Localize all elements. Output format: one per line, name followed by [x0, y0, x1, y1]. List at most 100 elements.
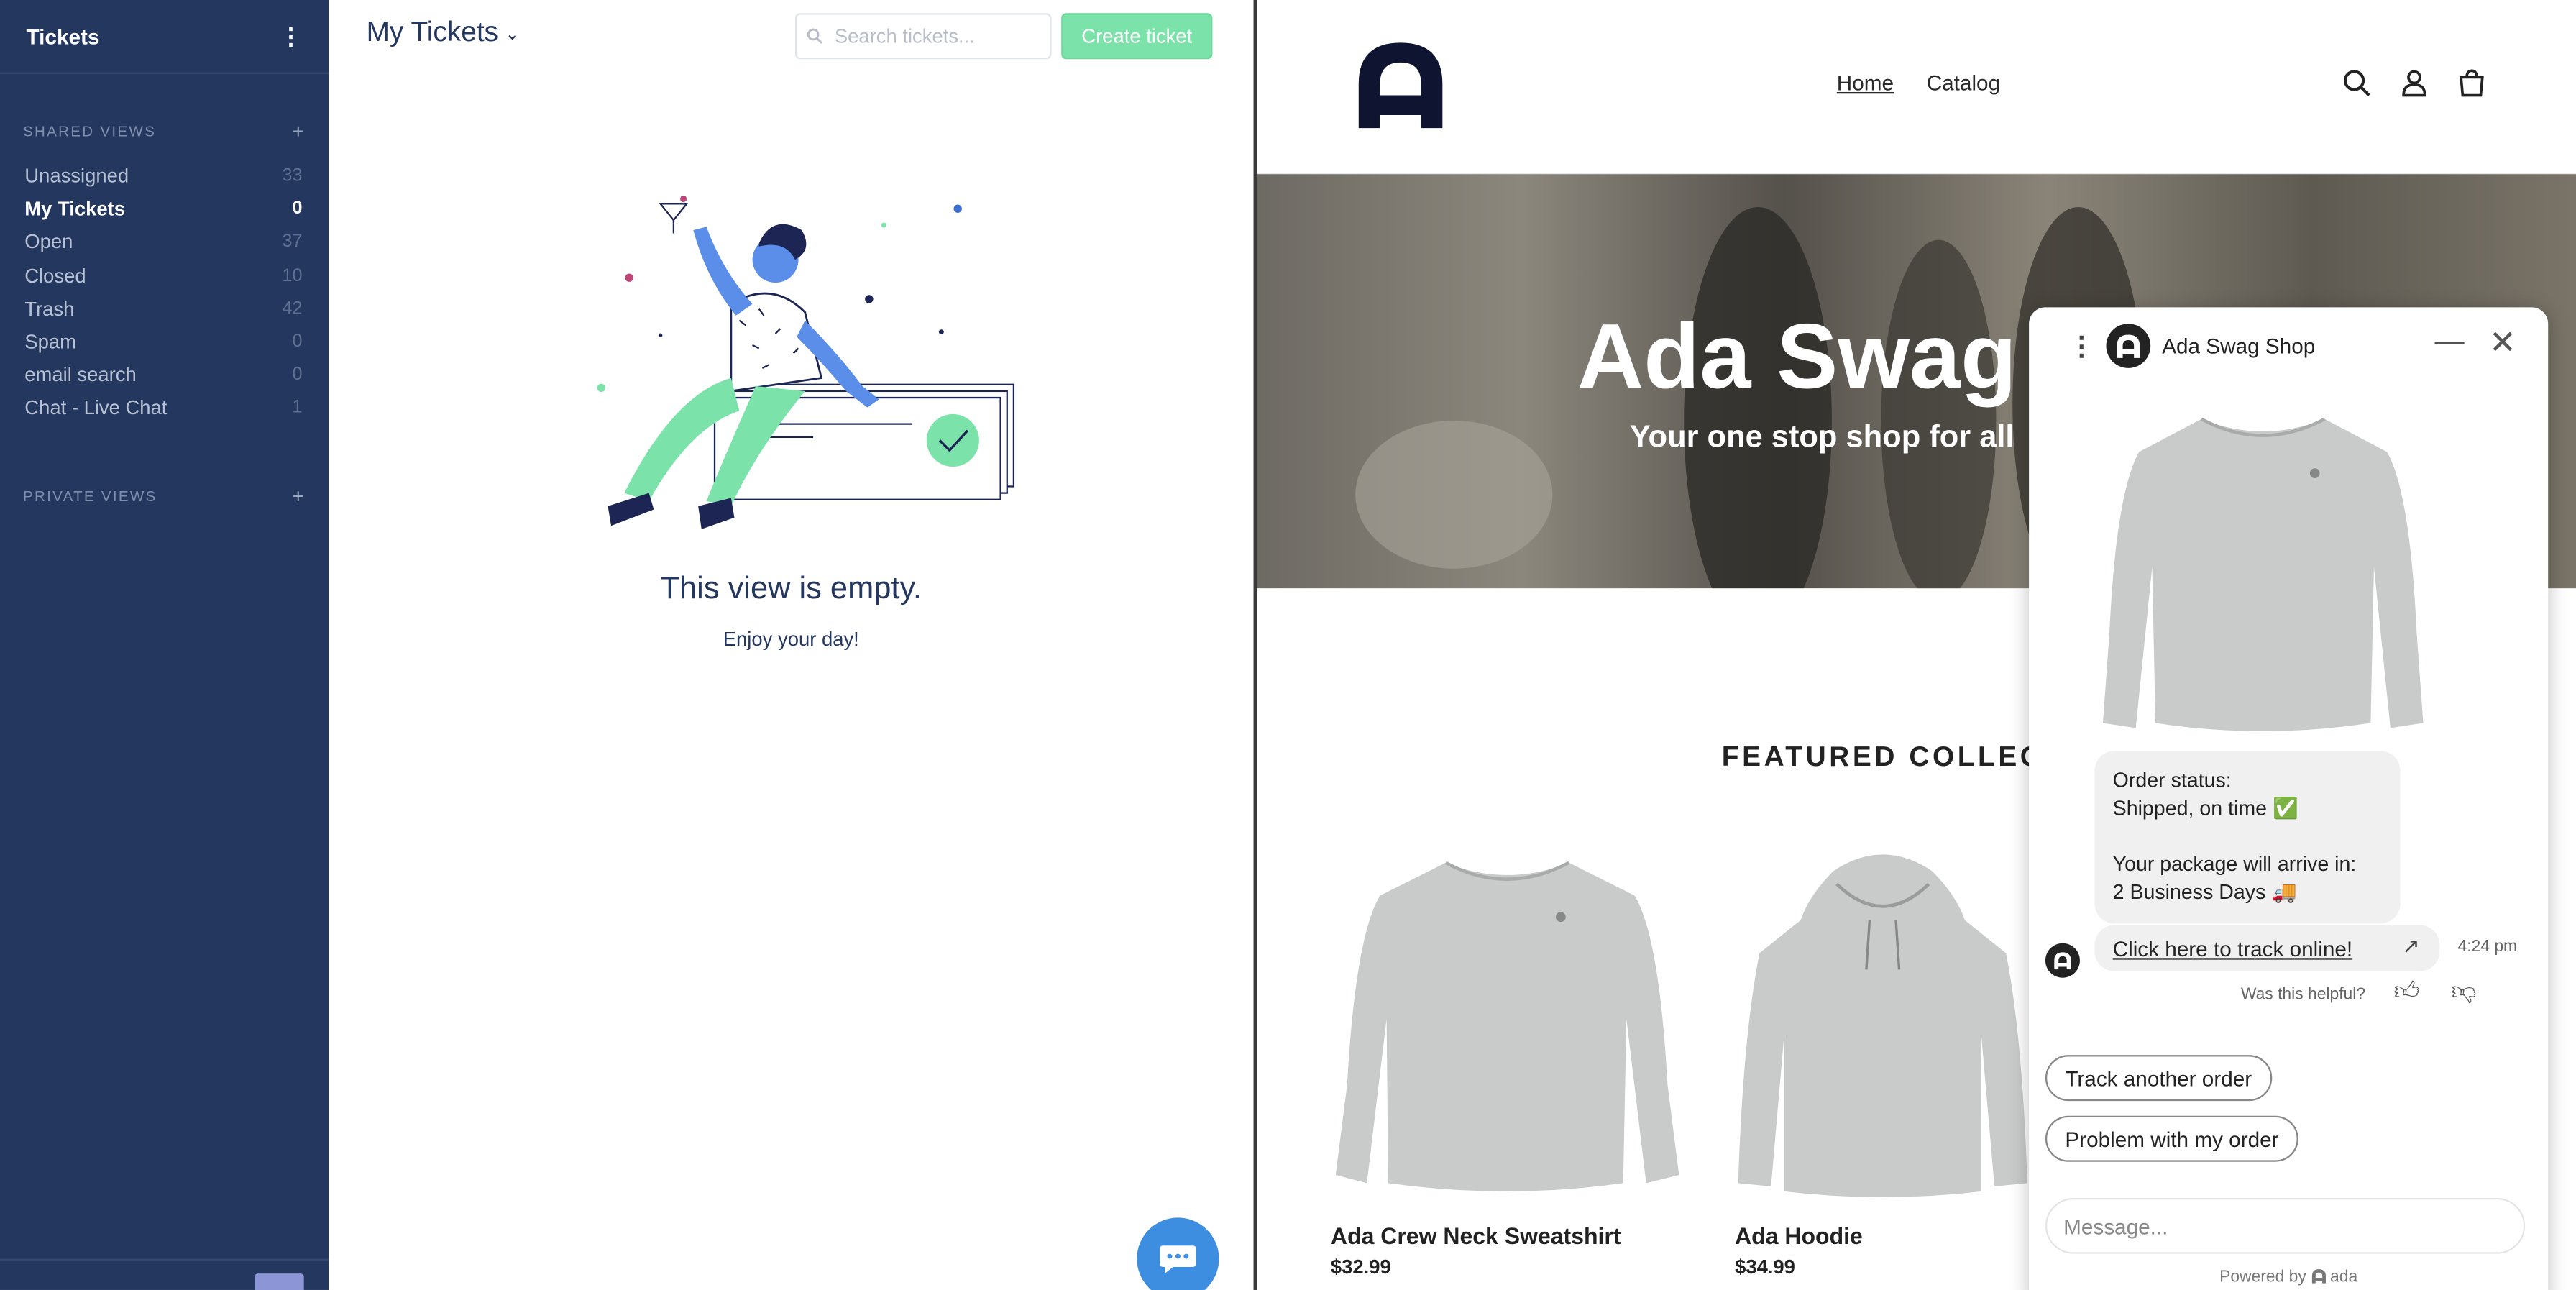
sidebar-item-label: Trash [24, 297, 75, 321]
sidebar-item-count: 10 [282, 265, 303, 285]
hoodie-image[interactable] [1735, 838, 2030, 1200]
featured-collection-title: FEATURED COLLEC [1721, 741, 2044, 773]
sidebar-item-trash[interactable]: Trash 42 [0, 292, 329, 325]
quick-reply-problem-with-order[interactable]: Problem with my order [2045, 1115, 2298, 1162]
chat-widget: ⋮ Ada Swag Shop — ✕ Order status: Shippe… [2029, 307, 2549, 1290]
message-line: 2 Business Days 🚚 [2112, 880, 2297, 904]
order-status-message: Order status: Shipped, on time ✅ Your pa… [2094, 751, 2401, 924]
sidebar-item-label: Open [24, 231, 73, 255]
sidebar-item-label: Unassigned [24, 164, 129, 188]
track-online-link[interactable]: Click here to track online! [2113, 936, 2353, 960]
create-ticket-button[interactable]: Create ticket [1061, 13, 1213, 60]
sidebar-title: Tickets [26, 24, 100, 49]
product-name[interactable]: Ada Hoodie [1735, 1222, 2030, 1249]
external-link-icon[interactable]: ↗ [2402, 933, 2420, 960]
store-header: Home Catalog [1257, 0, 2576, 175]
message-timestamp: 4:24 pm [2457, 938, 2518, 957]
search-box[interactable] [794, 13, 1052, 60]
helpful-prompt: Was this helpful? [2240, 986, 2366, 1005]
sidebar-item-closed[interactable]: Closed 10 [0, 259, 329, 292]
empty-state-title: This view is empty. [660, 572, 922, 607]
sidebar-item-label: My Tickets [24, 197, 126, 221]
sidebar-item-label: Chat - Live Chat [24, 396, 168, 420]
tickets-main: My Tickets ⌄ Create ticket [329, 0, 1254, 1290]
powered-by-footer: Powered by ada [2029, 1268, 2548, 1286]
sidebar-item-count: 33 [282, 166, 303, 186]
chat-launcher-button[interactable] [1137, 1217, 1219, 1290]
sidebar-item-label: Spam [24, 330, 76, 354]
sweatshirt-image[interactable] [1331, 838, 1684, 1200]
chat-bubble-icon [1160, 1245, 1196, 1274]
ada-logo-icon [2311, 1269, 2325, 1284]
hero-subtitle: Your one stop shop for all [1629, 421, 2014, 456]
message-line: Your package will arrive in: [2112, 853, 2357, 877]
ticket-sidebar: Tickets ⋮ SHARED VIEWS + Unassigned 33 M… [0, 0, 329, 1290]
sidebar-item-my-tickets[interactable]: My Tickets 0 [0, 193, 329, 226]
sidebar-menu-icon[interactable]: ⋮ [279, 22, 302, 50]
thumbs-down-icon[interactable]: 👎︎ [2451, 978, 2476, 1007]
close-icon[interactable]: ✕ [2489, 322, 2516, 363]
empty-state-subtitle: Enjoy your day! [723, 627, 859, 651]
sidebar-item-count: 1 [292, 398, 303, 418]
sidebar-item-count: 0 [292, 199, 303, 219]
ada-logo-icon [2054, 952, 2071, 970]
sidebar-divider [0, 1258, 329, 1261]
sidebar-header: Tickets ⋮ [0, 0, 329, 74]
nav-catalog-link[interactable]: Catalog [1927, 70, 2000, 95]
shared-views-label: SHARED VIEWS [22, 123, 157, 140]
minimize-icon[interactable]: — [2435, 324, 2465, 358]
message-input[interactable] [2045, 1197, 2526, 1254]
powered-by-label: Powered by [2219, 1268, 2306, 1287]
sidebar-item-open[interactable]: Open 37 [0, 226, 329, 259]
hero-person-shape [1881, 239, 1997, 589]
chat-menu-icon[interactable]: ⋮ [2068, 330, 2095, 363]
chat-title: Ada Swag Shop [2162, 333, 2316, 359]
product-name[interactable]: Ada Crew Neck Sweatshirt [1331, 1222, 1684, 1249]
add-private-view-icon[interactable]: + [293, 484, 306, 507]
product-price: $32.99 [1330, 1255, 1391, 1278]
product-card[interactable]: Ada Hoodie $34.99 [1735, 838, 2030, 1278]
private-views-header: PRIVATE VIEWS + [0, 484, 329, 507]
search-icon[interactable] [2341, 68, 2372, 99]
track-order-message[interactable]: Click here to track online! ↗ [2094, 925, 2440, 971]
message-line: Shipped, on time ✅ [2112, 797, 2298, 820]
private-views-label: PRIVATE VIEWS [22, 487, 157, 504]
view-selector[interactable]: My Tickets ⌄ [367, 17, 521, 50]
sidebar-bottom-tab[interactable] [255, 1273, 304, 1290]
sidebar-item-count: 37 [282, 232, 303, 252]
sweatshirt-image[interactable] [2095, 386, 2431, 739]
ada-logo[interactable] [1355, 40, 1446, 129]
nav-home-link[interactable]: Home [1837, 70, 1894, 95]
chat-header: ⋮ Ada Swag Shop — ✕ [2029, 307, 2548, 386]
view-title: My Tickets [366, 16, 499, 48]
sidebar-item-label: Closed [24, 264, 86, 288]
thumbs-up-icon[interactable]: 👍︎ [2393, 978, 2419, 1007]
message-line: Order status: [2112, 769, 2232, 792]
add-shared-view-icon[interactable]: + [293, 120, 306, 143]
chat-avatar [2106, 324, 2151, 368]
sidebar-item-email-search[interactable]: email search 0 [0, 358, 329, 391]
cart-icon[interactable] [2456, 68, 2487, 99]
quick-reply-track-another-order[interactable]: Track another order [2045, 1055, 2272, 1102]
sidebar-item-spam[interactable]: Spam 0 [0, 325, 329, 358]
shared-views-header: SHARED VIEWS + [0, 120, 329, 143]
account-icon[interactable] [2398, 68, 2429, 99]
sidebar-item-count: 0 [292, 365, 303, 385]
chevron-down-icon: ⌄ [505, 24, 521, 44]
search-icon [807, 28, 823, 44]
store-page: Home Catalog Ada Swag Your one stop shop… [1257, 0, 2576, 1290]
sidebar-item-count: 42 [282, 298, 303, 319]
product-price: $34.99 [1735, 1255, 1795, 1278]
shared-views-list: Unassigned 33 My Tickets 0 Open 37 Close… [0, 160, 329, 425]
sidebar-item-chat-live-chat[interactable]: Chat - Live Chat 1 [0, 392, 329, 425]
search-input[interactable] [831, 22, 1035, 50]
store-nav: Home Catalog [1837, 70, 2000, 95]
product-card[interactable]: Ada Crew Neck Sweatshirt $32.99 [1331, 838, 1684, 1278]
ada-brand-label: ada [2330, 1268, 2358, 1287]
ada-logo-icon [2117, 334, 2140, 358]
hero-title: Ada Swag [1577, 303, 2017, 408]
bot-avatar [2045, 943, 2080, 978]
hero-background-shape [1355, 421, 1553, 569]
sidebar-item-unassigned[interactable]: Unassigned 33 [0, 160, 329, 193]
